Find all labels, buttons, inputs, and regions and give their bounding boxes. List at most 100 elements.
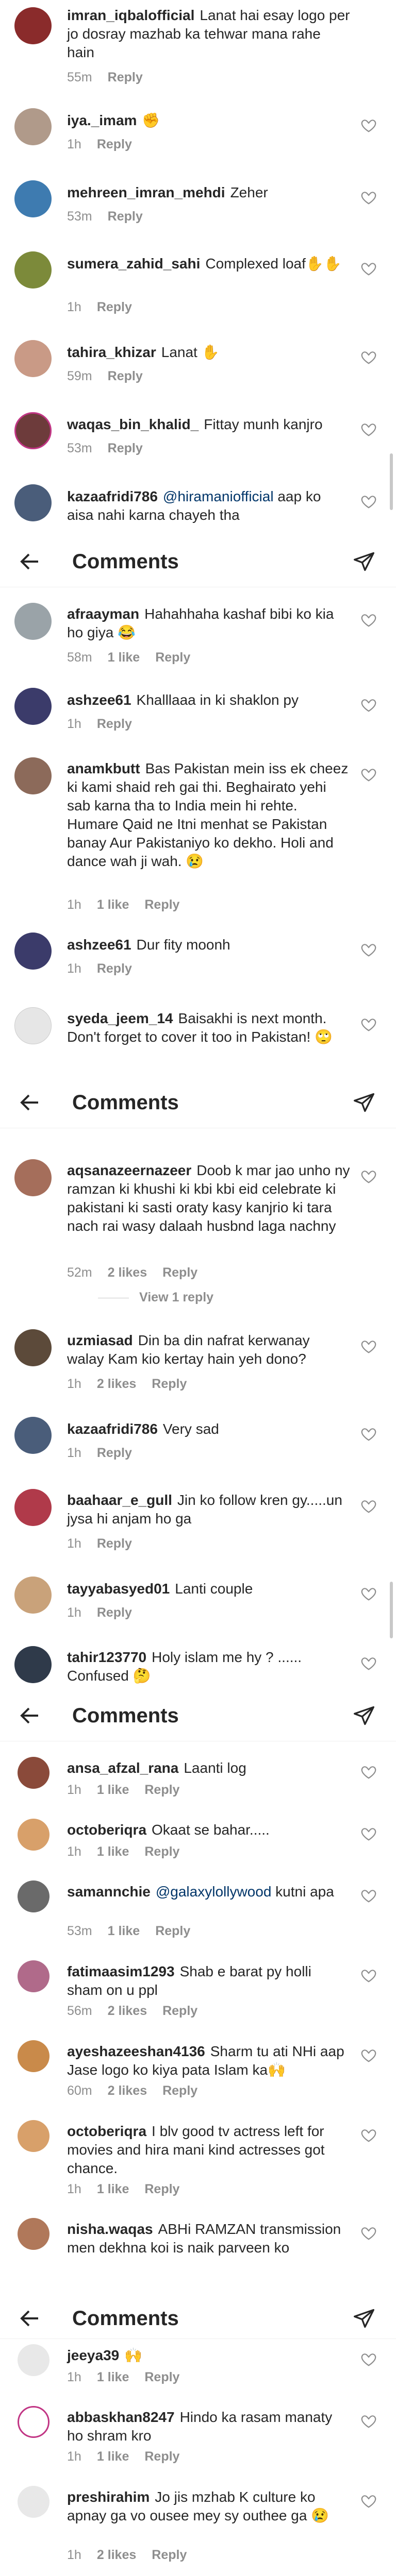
reply-button[interactable]: Reply: [97, 717, 132, 731]
comment-username[interactable]: ashzee61: [67, 937, 131, 953]
avatar[interactable]: [14, 933, 52, 970]
comment-username[interactable]: tayyabasyed01: [67, 1581, 170, 1597]
like-heart-icon[interactable]: [361, 2414, 376, 2429]
avatar[interactable]: [14, 7, 52, 44]
comment-username[interactable]: syeda_jeem_14: [67, 1010, 173, 1026]
avatar[interactable]: [18, 2218, 50, 2250]
comment-username[interactable]: nisha.waqas: [67, 2221, 153, 2237]
avatar[interactable]: [14, 1007, 52, 1044]
like-count[interactable]: 2 likes: [108, 2083, 147, 2098]
like-count[interactable]: 1 like: [97, 2449, 129, 2464]
comment-username[interactable]: tahira_khizar: [67, 344, 156, 360]
reply-button[interactable]: Reply: [108, 369, 143, 383]
avatar[interactable]: [14, 1329, 52, 1366]
comment-username[interactable]: sumera_zahid_sahi: [67, 256, 200, 272]
reply-button[interactable]: Reply: [97, 300, 132, 314]
like-count[interactable]: 2 likes: [108, 1265, 147, 1280]
avatar[interactable]: [14, 108, 52, 145]
comment-username[interactable]: imran_iqbalofficial: [67, 7, 194, 23]
reply-button[interactable]: Reply: [155, 1924, 190, 1938]
comment-username[interactable]: fatimaasim1293: [67, 1963, 175, 1979]
comment-username[interactable]: kazaafridi786: [67, 488, 158, 504]
avatar[interactable]: [14, 1159, 52, 1196]
like-heart-icon[interactable]: [361, 1170, 376, 1184]
comment-username[interactable]: anamkbutt: [67, 760, 140, 776]
like-heart-icon[interactable]: [361, 1340, 376, 1354]
comment-username[interactable]: aqsanazeernazeer: [67, 1162, 191, 1178]
avatar[interactable]: [18, 2040, 50, 2072]
comment-username[interactable]: octoberiqra: [67, 1822, 146, 1838]
comment-username[interactable]: baahaar_e_gull: [67, 1492, 172, 1508]
like-heart-icon[interactable]: [361, 1827, 376, 1841]
back-arrow-icon[interactable]: [18, 1703, 42, 1728]
reply-button[interactable]: Reply: [97, 1605, 132, 1620]
reply-button[interactable]: Reply: [162, 2004, 197, 2018]
avatar[interactable]: [18, 1757, 50, 1789]
scrollbar[interactable]: [390, 453, 393, 510]
like-heart-icon[interactable]: [361, 2226, 376, 2241]
like-heart-icon[interactable]: [361, 262, 376, 276]
avatar[interactable]: [18, 1880, 50, 1912]
reply-button[interactable]: Reply: [108, 70, 143, 84]
like-count[interactable]: 2 likes: [108, 2004, 147, 2018]
like-heart-icon[interactable]: [361, 118, 376, 133]
avatar[interactable]: [14, 688, 52, 725]
like-heart-icon[interactable]: [361, 943, 376, 957]
reply-button[interactable]: Reply: [97, 961, 132, 976]
like-count[interactable]: 2 likes: [97, 2548, 136, 2562]
comment-username[interactable]: tahir123770: [67, 1649, 146, 1665]
avatar[interactable]: [14, 484, 52, 521]
like-heart-icon[interactable]: [361, 495, 376, 509]
send-icon[interactable]: [353, 550, 375, 573]
comment-username[interactable]: mehreen_imran_mehdi: [67, 184, 225, 200]
scrollbar[interactable]: [390, 1582, 393, 1638]
view-replies-link[interactable]: View 1 reply: [98, 1290, 213, 1305]
comment-username[interactable]: preshirahim: [67, 2489, 150, 2505]
like-count[interactable]: 1 like: [97, 1783, 129, 1797]
reply-button[interactable]: Reply: [108, 209, 143, 224]
comment-username[interactable]: ayeshazeeshan4136: [67, 2043, 205, 2059]
comment-username[interactable]: ansa_afzal_rana: [67, 1760, 178, 1776]
avatar[interactable]: [14, 1577, 52, 1614]
back-arrow-icon[interactable]: [18, 1090, 42, 1115]
reply-button[interactable]: Reply: [108, 441, 143, 455]
avatar[interactable]: [14, 603, 52, 640]
reply-button[interactable]: Reply: [155, 650, 190, 665]
comment-mention[interactable]: @galaxylollywood: [156, 1884, 272, 1900]
like-count[interactable]: 1 like: [97, 897, 129, 912]
avatar[interactable]: [18, 1960, 50, 1992]
like-heart-icon[interactable]: [361, 2352, 376, 2367]
like-heart-icon[interactable]: [361, 2128, 376, 2143]
reply-button[interactable]: Reply: [144, 1844, 179, 1859]
like-heart-icon[interactable]: [361, 768, 376, 782]
like-heart-icon[interactable]: [361, 350, 376, 365]
back-arrow-icon[interactable]: [18, 2306, 42, 2331]
reply-button[interactable]: Reply: [162, 2083, 197, 2098]
like-heart-icon[interactable]: [361, 1499, 376, 1514]
reply-button[interactable]: Reply: [97, 1446, 132, 1460]
reply-button[interactable]: Reply: [144, 2449, 179, 2464]
comment-mention[interactable]: @hiramaniofficial: [163, 488, 274, 504]
like-heart-icon[interactable]: [361, 1656, 376, 1671]
reply-button[interactable]: Reply: [144, 2182, 179, 2196]
like-heart-icon[interactable]: [361, 1969, 376, 1983]
avatar[interactable]: [14, 340, 52, 377]
avatar[interactable]: [18, 1819, 50, 1851]
avatar[interactable]: [18, 2486, 50, 2518]
like-count[interactable]: 1 like: [97, 2182, 129, 2196]
like-heart-icon[interactable]: [361, 1587, 376, 1601]
avatar[interactable]: [18, 2120, 50, 2152]
like-heart-icon[interactable]: [361, 1427, 376, 1442]
like-heart-icon[interactable]: [361, 2048, 376, 2063]
like-count[interactable]: 1 like: [97, 2370, 129, 2384]
reply-button[interactable]: Reply: [144, 897, 179, 912]
send-icon[interactable]: [353, 1091, 375, 1114]
avatar[interactable]: [14, 251, 52, 289]
comment-username[interactable]: abbaskhan8247: [67, 2409, 175, 2425]
reply-button[interactable]: Reply: [97, 137, 132, 151]
reply-button[interactable]: Reply: [144, 2370, 179, 2384]
like-heart-icon[interactable]: [361, 422, 376, 437]
like-heart-icon[interactable]: [361, 613, 376, 628]
reply-button[interactable]: Reply: [144, 1783, 179, 1797]
comment-username[interactable]: afraayman: [67, 606, 139, 622]
